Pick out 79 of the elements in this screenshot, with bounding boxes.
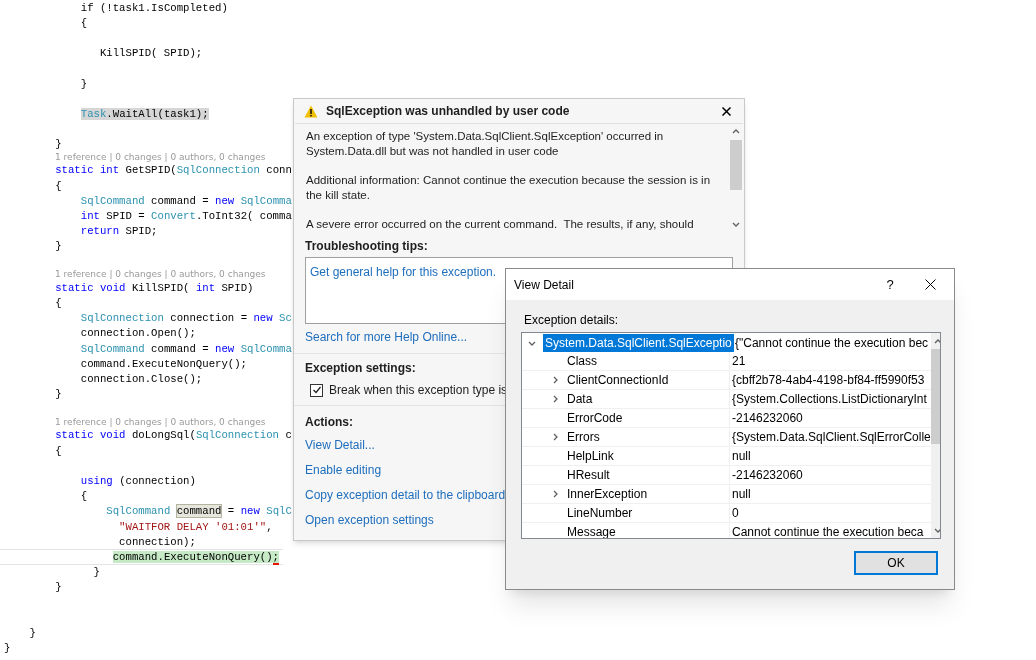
- code-line: SqlCommand command = new SqlComma: [79, 193, 292, 208]
- tree-item[interactable]: System.Data.SqlClient.SqlExceptio: [543, 334, 734, 352]
- code-line: connection.Close();: [79, 371, 203, 386]
- code-line: command.ExecuteNonQuery();: [111, 549, 279, 564]
- code-line: SqlCommand command = new SqlComma: [79, 341, 292, 356]
- help-link[interactable]: Get general help for this exception.: [310, 265, 497, 279]
- code-line: {: [79, 15, 88, 30]
- tree-item[interactable]: ClientConnectionId: [567, 371, 669, 389]
- code-line: SqlCommand command = new SqlC: [105, 504, 292, 519]
- codelens-info: 1 reference | 0 changes | 0 authors, 0 changes: [55, 416, 266, 428]
- code-line: }: [79, 76, 88, 91]
- tree-item[interactable]: HelpLink: [567, 447, 614, 465]
- codelens-info: 1 reference | 0 changes | 0 authors, 0 changes: [55, 269, 266, 281]
- codelens-info: 1 reference | 0 changes | 0 authors, 0 changes: [55, 151, 266, 163]
- tree-item[interactable]: Data: [567, 390, 593, 408]
- tree-value: 21: [731, 353, 746, 370]
- code-line: }: [92, 565, 100, 580]
- code-line: "WAITFOR DELAY '01:01'",: [118, 519, 273, 534]
- code-line: }: [54, 239, 62, 254]
- tree-value: {cbff2b78-4ab4-4198-bf84-ff5990f53: [731, 372, 925, 389]
- close-icon: [721, 106, 731, 116]
- section-heading: Exception settings:: [305, 360, 416, 376]
- code-line: static int GetSPID(SqlConnection conn: [54, 163, 292, 178]
- tree-item[interactable]: ErrorCode: [567, 409, 623, 427]
- warning-icon: [304, 104, 318, 118]
- code-line: if (!task1.IsCompleted): [79, 0, 228, 15]
- code-line: Task.WaitAll(task1);: [79, 106, 209, 121]
- code-line: KillSPID( SPID);: [98, 46, 203, 61]
- help-button[interactable]: ?: [870, 270, 910, 299]
- tree-value: Cannot continue the execution beca: [731, 524, 924, 538]
- checkbox[interactable]: [310, 383, 323, 397]
- tree-item[interactable]: InnerException: [567, 485, 648, 503]
- code-line: return SPID;: [79, 224, 158, 239]
- close-icon: [924, 279, 936, 290]
- tree-item[interactable]: Message: [567, 523, 616, 538]
- tree-item[interactable]: HResult: [567, 466, 610, 484]
- details-label: Exception details:: [523, 312, 620, 328]
- dialog-title: View Detail: [514, 276, 574, 294]
- code-line: static void KillSPID( int SPID): [54, 280, 254, 295]
- tree-value: -2146232060: [731, 467, 803, 484]
- scrollbar[interactable]: [930, 333, 940, 538]
- code-line: }: [54, 387, 62, 402]
- tree-value: null: [731, 448, 751, 465]
- section-heading: Actions:: [305, 414, 353, 430]
- code-line: connection.Open();: [79, 326, 196, 341]
- code-line: static void doLongSql(SqlConnection c: [54, 428, 292, 443]
- tree-value: {System.Data.SqlClient.SqlErrorColle: [731, 429, 931, 446]
- tree-value: 0: [731, 505, 739, 522]
- code-line: }: [54, 580, 62, 595]
- code-line: command.ExecuteNonQuery();: [79, 356, 247, 371]
- code-line: using (connection): [79, 474, 196, 489]
- action-link[interactable]: Enable editing: [305, 461, 382, 480]
- code-line: {: [54, 178, 62, 193]
- action-link[interactable]: Copy exception detail to the clipboard: [305, 486, 506, 505]
- code-line: int SPID = Convert.ToInt32( comma: [79, 209, 292, 224]
- tree-value: {System.Collections.ListDictionaryInt: [731, 391, 927, 408]
- ok-button[interactable]: OK: [854, 551, 938, 575]
- code-line: }: [4, 641, 11, 656]
- help-online-link[interactable]: Search for more Help Online...: [305, 329, 468, 345]
- exception-message: A severe error occurred on the current command. The results, if any, should: [306, 217, 695, 231]
- code-line: {: [54, 295, 62, 310]
- code-line: }: [54, 137, 62, 152]
- tree-item[interactable]: Errors: [567, 428, 600, 446]
- code-line: {: [79, 489, 88, 504]
- tree-item[interactable]: LineNumber: [567, 504, 633, 522]
- section-heading: Troubleshooting tips:: [305, 238, 428, 255]
- code-line: }: [28, 625, 36, 640]
- exception-message: An exception of type 'System.Data.SqlClient.SqlException' occurred in System.Data.dll but was not handled in user code: [306, 129, 665, 159]
- action-link[interactable]: Open exception settings: [305, 511, 434, 530]
- exception-message: Additional information: Cannot continue the execution because the session is in the kill state.: [306, 173, 712, 203]
- code-line: SqlConnection connection = new Sc: [79, 311, 292, 326]
- tree-value: -2146232060: [731, 410, 803, 427]
- action-link[interactable]: View Detail...: [305, 436, 375, 455]
- tree-item[interactable]: Class: [567, 352, 597, 370]
- popup-title: SqlException was unhandled by user code: [326, 103, 570, 120]
- tree-value: null: [731, 486, 751, 503]
- code-line: connection);: [118, 534, 196, 549]
- tree-value: {"Cannot continue the execution bec: [735, 335, 929, 352]
- code-line: {: [54, 443, 62, 458]
